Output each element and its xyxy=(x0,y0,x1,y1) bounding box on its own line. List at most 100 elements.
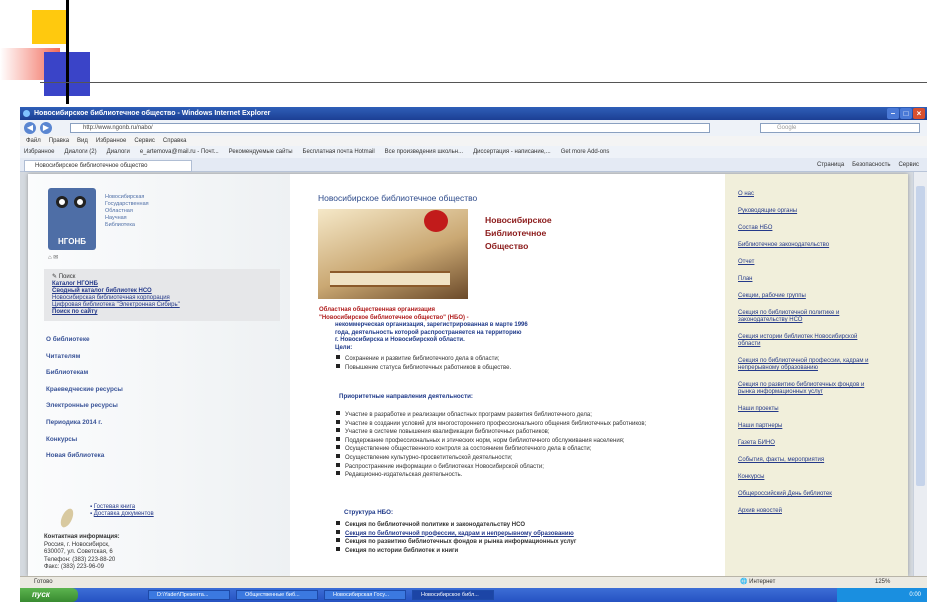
ngonb-logo[interactable]: НГОНБ xyxy=(48,188,96,250)
nav-item-readers[interactable]: Читателям xyxy=(46,353,123,370)
delivery-link[interactable]: ▪ Доставка документов xyxy=(90,511,154,518)
structure-list: Секция по библиотечной политике и законо… xyxy=(336,521,576,555)
zoom-level[interactable]: 125% xyxy=(875,577,890,588)
sidebar-item-contests[interactable]: Конкурсы xyxy=(738,474,878,481)
favorites-item[interactable]: e_artemova@mail.ru - Почт... xyxy=(140,146,219,158)
favorites-item[interactable]: Избранное xyxy=(24,146,54,158)
org-line: Научная xyxy=(105,215,127,221)
apple-shape xyxy=(424,210,448,232)
sidebar-item-sections[interactable]: Секции, рабочие группы xyxy=(738,293,878,300)
clock: 0:00 xyxy=(909,592,921,598)
tab-current[interactable]: Новосибирское библиотечное общество xyxy=(24,160,192,172)
org-line: Библиотека xyxy=(105,222,135,228)
menu-item[interactable]: Вид xyxy=(77,136,88,146)
sidebar-item-history-section[interactable]: Секция истории библиотек Новосибирской о… xyxy=(738,334,878,348)
menu-item[interactable]: Файл xyxy=(26,136,41,146)
sidebar-links: О нас Руководящие органы Состав НБО Библ… xyxy=(738,191,878,515)
nav-item-about[interactable]: О библиотеке xyxy=(46,336,123,353)
taskbar-item[interactable]: Новосибирская Госу... xyxy=(324,590,406,600)
favorites-item[interactable]: Диалоги xyxy=(107,146,130,158)
favorites-item[interactable]: Бесплатная почта Hotmail xyxy=(303,146,375,158)
intro-text: Областная общественная организация "Ново… xyxy=(319,307,528,353)
sidebar-item-funds-section[interactable]: Секция по развитию библиотечных фондов и… xyxy=(738,382,878,396)
close-button[interactable]: × xyxy=(913,108,925,119)
status-text: Готово xyxy=(34,579,53,585)
browser-window: Новосибирское библиотечное общество - Wi… xyxy=(20,107,927,602)
maximize-button[interactable]: □ xyxy=(900,108,912,119)
taskbar-item[interactable]: D:\Yader\Презента... xyxy=(148,590,230,600)
sidebar-item-legislation[interactable]: Библиотечное законодательство xyxy=(738,242,878,249)
home-icons[interactable]: ⌂ ✉ xyxy=(48,254,58,261)
directions-list: Участие в разработке и реализации област… xyxy=(336,411,716,480)
sidebar-item-newspaper[interactable]: Газета БИНО xyxy=(738,440,878,447)
catalog-link[interactable]: Каталог НГОНБ xyxy=(52,281,98,288)
sidebar-item-profession-section[interactable]: Секция по библиотечной профессии, кадрам… xyxy=(738,358,878,372)
goals-list: Сохранение и развитие библиотечного дела… xyxy=(336,355,511,372)
slide-horizontal-line xyxy=(40,82,927,83)
nav-item-contests[interactable]: Конкурсы xyxy=(46,436,123,453)
command-security[interactable]: Безопасность xyxy=(852,160,890,170)
favorites-item[interactable]: Рекомендуемые сайты xyxy=(229,146,293,158)
system-tray: 0:00 xyxy=(837,588,927,602)
nav-item-local-history[interactable]: Краеведческие ресурсы xyxy=(46,386,123,403)
nav-item-periodicals[interactable]: Периодика 2014 г. xyxy=(46,419,123,436)
favorites-item[interactable]: Все произведения школьн... xyxy=(385,146,463,158)
sidebar-item-report[interactable]: Отчет xyxy=(738,259,878,266)
sidebar-item-projects[interactable]: Наши проекты xyxy=(738,406,878,413)
favorites-bar: Избранное Диалоги (2) Диалоги e_artemova… xyxy=(20,146,927,158)
direction-item: Участие в системе повышения квалификации… xyxy=(336,428,716,437)
nav-item-libraries[interactable]: Библиотекам xyxy=(46,369,123,386)
forward-icon[interactable]: ▶ xyxy=(40,122,52,134)
intro-line: г. Новосибирска и Новосибирской области. xyxy=(335,337,465,344)
favorites-item[interactable]: Диалоги (2) xyxy=(64,146,96,158)
intro-line: Областная общественная организация xyxy=(319,307,436,313)
favorites-item[interactable]: Диссертация - написание,... xyxy=(473,146,551,158)
menu-item[interactable]: Правка xyxy=(49,136,69,146)
taskbar-item-active[interactable]: Новосибирское библ... xyxy=(412,590,494,600)
union-catalog-link[interactable]: Сводный каталог библиотек НСО xyxy=(52,288,152,295)
sidebar-item-plan[interactable]: План xyxy=(738,276,878,283)
site-search-link[interactable]: Поиск по сайту xyxy=(52,309,98,316)
direction-item: Осуществление культурно-просветительской… xyxy=(336,454,716,463)
menu-item[interactable]: Справка xyxy=(163,136,187,146)
digital-library-link[interactable]: Цифровая библиотека "Электронная Сибирь" xyxy=(52,302,180,309)
command-page[interactable]: Страница xyxy=(817,160,844,170)
vertical-scrollbar[interactable] xyxy=(913,172,927,576)
menu-item[interactable]: Сервис xyxy=(134,136,155,146)
minimize-button[interactable]: – xyxy=(887,108,899,119)
sidebar-item-about[interactable]: О нас xyxy=(738,191,878,198)
sidebar-item-events[interactable]: События, факты, мероприятия xyxy=(738,457,878,464)
center-column: Новосибирское библиотечное общество Ново… xyxy=(316,174,724,576)
back-icon[interactable]: ◀ xyxy=(24,122,36,134)
command-bar: Страница Безопасность Сервис xyxy=(817,160,919,170)
direction-item: Распространение информации о библиотеках… xyxy=(336,463,716,472)
search-input[interactable]: Google xyxy=(760,123,920,133)
sidebar-item-news-archive[interactable]: Архив новостей xyxy=(738,508,878,515)
left-nav: О библиотеке Читателям Библиотекам Краев… xyxy=(46,336,123,469)
sidebar-item-governance[interactable]: Руководящие органы xyxy=(738,208,878,215)
command-tools[interactable]: Сервис xyxy=(898,160,919,170)
sidebar-item-library-day[interactable]: Общероссийский День библиотек xyxy=(738,491,878,498)
status-bar: Готово 🌐 Интернет 125% xyxy=(20,576,927,588)
menu-item[interactable]: Избранное xyxy=(96,136,126,146)
favorites-item[interactable]: Get more Add-ons xyxy=(561,146,610,158)
page-viewport: НГОНБ Новосибирская Государственная Обла… xyxy=(20,172,913,576)
structure-item-link[interactable]: Секция по библиотечной профессии, кадрам… xyxy=(336,530,576,539)
taskbar-item[interactable]: Общественные биб... xyxy=(236,590,318,600)
corporation-link[interactable]: Новосибирская библиотечная корпорация xyxy=(52,295,170,302)
nav-item-new-library[interactable]: Новая библиотека xyxy=(46,452,123,469)
start-button[interactable]: пуск xyxy=(20,588,78,602)
direction-item: Поддержание профессиональных и этических… xyxy=(336,437,716,446)
address-input[interactable]: http://www.ngonb.ru/nabo/ xyxy=(70,123,710,133)
nav-item-e-resources[interactable]: Электронные ресурсы xyxy=(46,402,123,419)
guestbook-link[interactable]: ▪ Гостевая книга xyxy=(90,504,154,511)
page-title: Новосибирское библиотечное общество xyxy=(318,193,478,203)
structure-item: Секция по развитию библиотечных фондов и… xyxy=(336,538,576,547)
org-line: Новосибирская xyxy=(105,194,145,200)
left-column: НГОНБ Новосибирская Государственная Обла… xyxy=(28,174,290,576)
sidebar-item-members[interactable]: Состав НБО xyxy=(738,225,878,232)
contact-info: Контактная информация: Россия, г. Новоси… xyxy=(44,534,120,572)
scroll-thumb[interactable] xyxy=(916,186,925,486)
sidebar-item-policy-section[interactable]: Секция по библиотечной политике и законо… xyxy=(738,310,878,324)
sidebar-item-partners[interactable]: Наши партнеры xyxy=(738,423,878,430)
